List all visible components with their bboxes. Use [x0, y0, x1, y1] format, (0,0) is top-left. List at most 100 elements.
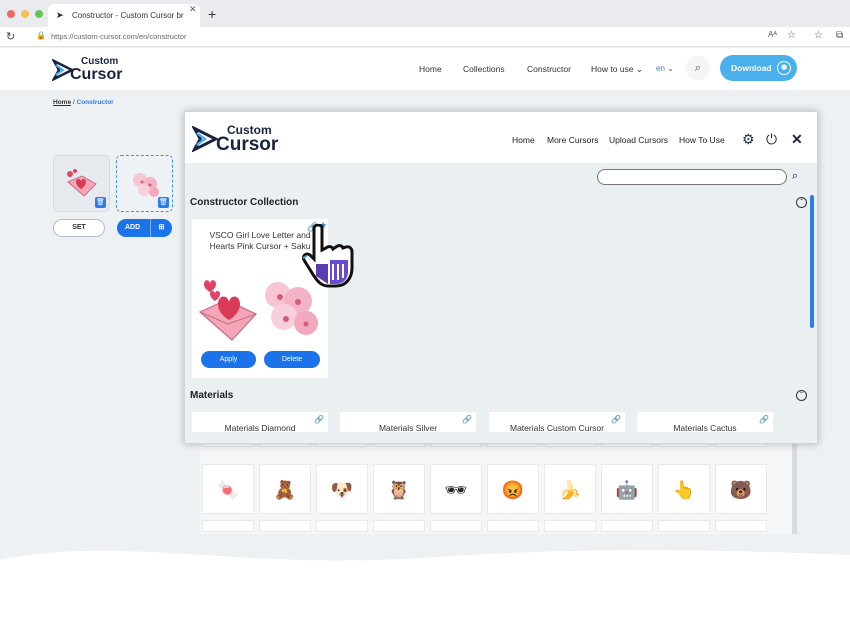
collapse-up-icon[interactable]: ⌃ [796, 197, 807, 208]
browser-tab[interactable]: ➤ Constructor - Custom Cursor br [48, 4, 200, 27]
download-label: Download [731, 63, 772, 73]
pointer-slot[interactable]: 🗑 [116, 155, 173, 212]
search-button[interactable]: ⌕ [686, 56, 710, 80]
new-tab-icon[interactable]: + [208, 6, 216, 22]
browser-tabbar: ➤ Constructor - Custom Cursor br ✕ + [0, 0, 850, 27]
cursor-thumbnail-icon: 🤖 [615, 480, 639, 500]
nav-how-to-use[interactable]: How to use ⌄ [591, 64, 643, 75]
popup-search-input[interactable] [597, 169, 787, 185]
cursor-grid-cell[interactable]: 🍬 [202, 464, 254, 514]
favorites-icon[interactable]: ☆ [814, 30, 823, 41]
reload-icon[interactable]: ↻ [6, 30, 15, 43]
popup-scrollbar[interactable] [810, 195, 814, 328]
popup-logo[interactable]: Custom Cursor [192, 122, 292, 156]
collapse-up-icon[interactable]: ⌃ [796, 390, 807, 401]
cursor-thumbnail-icon: 🧸 [273, 480, 297, 500]
set-button[interactable]: SET [53, 219, 105, 237]
add-label: ADD [125, 224, 141, 231]
nav-home[interactable]: Home [419, 64, 442, 74]
material-title: Materials Diamond [224, 423, 296, 432]
read-aloud-icon[interactable]: Aᴬ [768, 30, 777, 39]
cursor-grid-cell[interactable]: 🦉 [373, 464, 425, 514]
add-button[interactable]: ADD ⊞ [117, 219, 172, 237]
cursor-thumbnail-icon: 😡 [501, 480, 525, 500]
cursor-grid-cell[interactable]: 🍌 [544, 464, 596, 514]
tab-title: Constructor - Custom Cursor br [72, 11, 184, 20]
chrome-icon: ◉ [777, 61, 791, 75]
logo-cursor-icon [192, 126, 218, 152]
delete-button[interactable]: Delete [264, 351, 320, 368]
hand-pointer-cursor-icon [302, 224, 354, 288]
breadcrumb-home[interactable]: Home [53, 99, 71, 106]
cursor-thumbnail-icon: 🍌 [558, 480, 582, 500]
popup-header: Custom Cursor Home More Cursors Upload C… [185, 112, 817, 163]
cursor-grid-cell[interactable]: 🐻 [715, 464, 767, 514]
favorite-add-icon[interactable]: ☆ [787, 30, 796, 41]
nav-how-to-use-label: How to use [591, 64, 634, 74]
material-card[interactable]: 🔗 Materials Silver [340, 412, 476, 432]
nav-collections[interactable]: Collections [463, 64, 505, 74]
cursor-thumbnail-icon: 🦉 [387, 480, 411, 500]
maximize-window-dot[interactable] [35, 10, 43, 18]
cursor-grid-cell[interactable]: 🕶 [430, 464, 482, 514]
footer-wave [0, 550, 850, 625]
material-card[interactable]: 🔗 Materials Diamond [192, 412, 328, 432]
popup-logo-text-bottom: Cursor [216, 134, 279, 155]
collections-icon[interactable]: ⧉ [836, 30, 843, 41]
power-icon[interactable]: ⏻ [766, 131, 777, 148]
constructor-collection-title: Constructor Collection [190, 197, 299, 208]
cursor-slot[interactable]: 🗑 [53, 155, 110, 212]
windows-icon: ⊞ [150, 219, 172, 237]
search-icon: ⌕ [694, 62, 702, 74]
material-title: Materials Silver [378, 423, 438, 432]
extension-popup: Custom Cursor Home More Cursors Upload C… [184, 111, 818, 444]
close-icon[interactable]: ✕ [791, 131, 803, 148]
chevron-down-icon: ⌄ [667, 64, 674, 73]
sakura-image [133, 173, 159, 197]
materials-title: Materials [190, 390, 234, 401]
address-bar: ↻ 🔒 https://custom-cursor.com/en/constru… [0, 27, 850, 47]
download-button[interactable]: Download ◉ [720, 55, 797, 81]
gear-icon[interactable]: ⚙ [742, 131, 755, 148]
page-scrollbar[interactable] [792, 436, 797, 534]
nav-constructor[interactable]: Constructor [527, 64, 571, 74]
popup-nav-home[interactable]: Home [512, 135, 535, 145]
cursor-grid-cell[interactable]: 😡 [487, 464, 539, 514]
cursor-grid-cell[interactable]: 👆 [658, 464, 710, 514]
popup-nav-more-cursors[interactable]: More Cursors [547, 135, 598, 145]
language-select[interactable]: en ⌄ [656, 64, 674, 73]
material-card[interactable]: 🔗 Materials Custom Cursor [489, 412, 625, 432]
close-window-dot[interactable] [7, 10, 15, 18]
love-letter-image [198, 280, 257, 341]
logo-text-bottom: Cursor [70, 66, 123, 83]
material-title: Materials Cactus [673, 423, 737, 432]
cursor-grid-cell[interactable]: 🧸 [259, 464, 311, 514]
url-field[interactable]: https://custom-cursor.com/en/constructor [51, 32, 186, 41]
popup-nav-how-to-use[interactable]: How To Use [679, 135, 725, 145]
apply-button[interactable]: Apply [201, 351, 256, 368]
love-letter-image [67, 169, 97, 197]
language-label: en [656, 64, 665, 73]
material-card[interactable]: 🔗 Materials Cactus [637, 412, 773, 432]
cursor-grid-cell[interactable]: 🐶 [316, 464, 368, 514]
tab-close-icon[interactable]: ✕ [189, 4, 197, 15]
cursor-favicon-icon: ➤ [56, 10, 64, 20]
chevron-down-icon: ⌄ [635, 64, 644, 74]
breadcrumb-separator: / [72, 99, 75, 106]
cursor-thumbnail-icon: 🍬 [216, 480, 240, 500]
cursor-thumbnail-icon: 👆 [672, 480, 696, 500]
cursor-grid: 🍬 🧸 🐶 🦉 🕶 😡 🍌 🤖 👆 🐻 [200, 435, 792, 534]
cursor-thumbnail-icon: 🐶 [330, 480, 354, 500]
popup-nav-upload-cursors[interactable]: Upload Cursors [609, 135, 668, 145]
minimize-window-dot[interactable] [21, 10, 29, 18]
site-logo[interactable]: Custom Cursor [52, 56, 132, 84]
delete-slot-icon[interactable]: 🗑 [158, 197, 169, 208]
cursor-thumbnail-icon: 🕶 [444, 480, 468, 500]
lock-icon: 🔒 [36, 31, 46, 40]
breadcrumb-current: Constructor [76, 99, 114, 106]
delete-slot-icon[interactable]: 🗑 [95, 197, 106, 208]
breadcrumb: Home / Constructor [53, 99, 114, 106]
material-title: Materials Custom Cursor [510, 423, 604, 432]
search-icon[interactable]: ⌕ [792, 170, 798, 183]
cursor-grid-cell[interactable]: 🤖 [601, 464, 653, 514]
